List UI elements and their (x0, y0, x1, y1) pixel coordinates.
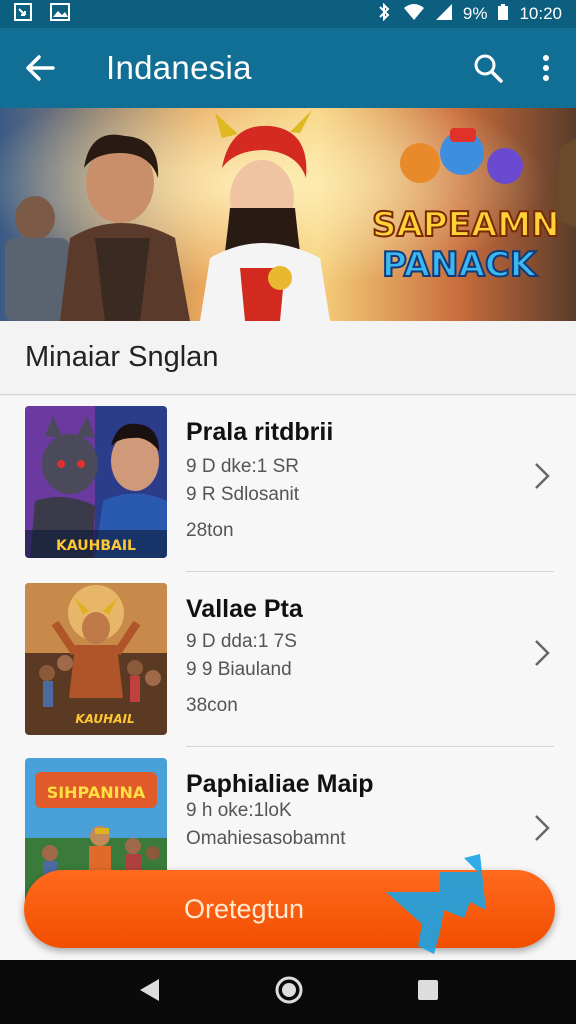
game-meta-1: 9 D dda:1 7S (186, 631, 297, 652)
nav-recents-button[interactable] (417, 979, 439, 1006)
game-title: Vallae Pta (186, 595, 303, 623)
clock: 10:20 (519, 4, 562, 23)
game-meta-1: 9 h oke:1loK (186, 800, 292, 821)
primary-action-label: Oretegtun (184, 893, 305, 924)
nav-home-icon (275, 976, 303, 1003)
banner-logo-line1: SAPEAMN (372, 205, 560, 245)
game-meta-1: 9 D dke:1 SR (186, 456, 299, 477)
system-nav-bar (0, 960, 576, 1024)
battery-icon (497, 3, 509, 26)
signal-icon (435, 3, 453, 26)
app-bar: Indanesia (0, 28, 576, 108)
list-item[interactable]: KAUHAIL Vallae Pta 9 D dda:1 7S 9 9 Biau… (0, 573, 576, 749)
game-size: 38con (186, 695, 238, 716)
game-title: Paphialiae Maip (186, 770, 374, 798)
game-thumbnail: KAUHAIL (25, 583, 167, 735)
section-header: Minaiar Snglan (0, 321, 576, 395)
chevron-right-icon (535, 815, 550, 841)
notification-icon (14, 2, 32, 26)
battery-level: 9% (462, 4, 488, 23)
featured-banner[interactable]: SAPEAMN PANACK (0, 108, 576, 321)
wifi-icon (403, 3, 425, 26)
thumbnail-label: KAUHBAIL (56, 538, 136, 554)
back-arrow-icon (26, 55, 55, 81)
image-icon (50, 2, 70, 26)
chevron-right-icon (535, 463, 550, 489)
status-bar: 9% 10:20 (0, 0, 576, 28)
more-options-button[interactable] (516, 28, 576, 108)
chevron-right-icon (535, 640, 550, 666)
page-title: Indanesia (106, 49, 252, 86)
more-vert-icon (543, 55, 549, 81)
game-meta-2: 9 R Sdlosanit (186, 484, 300, 505)
thumbnail-label: KAUHAIL (75, 712, 134, 726)
search-icon (474, 54, 503, 83)
list-divider (186, 571, 554, 572)
banner-logo-line2: PANACK (382, 245, 538, 285)
pointer-arrow-icon (386, 854, 486, 954)
nav-recents-icon (418, 979, 439, 1000)
thumbnail-label: SIHPANINA (47, 783, 146, 802)
game-size: 28ton (186, 520, 234, 541)
game-meta-2: Omahiesasobamnt (186, 828, 346, 849)
game-title: Prala ritdbrii (186, 418, 334, 446)
list-divider (186, 746, 554, 747)
bluetooth-mute-icon (375, 2, 393, 26)
back-button[interactable] (0, 28, 80, 108)
list-item[interactable]: KAUHBAIL Prala ritdbrii 9 D dke:1 SR 9 R… (0, 396, 576, 572)
section-title: Minaiar Snglan (25, 341, 219, 373)
nav-back-button[interactable] (137, 977, 161, 1008)
game-meta-2: 9 9 Biauland (186, 659, 292, 680)
nav-back-icon (139, 978, 159, 1001)
search-button[interactable] (460, 28, 516, 108)
game-thumbnail: KAUHBAIL (25, 406, 167, 558)
nav-home-button[interactable] (274, 975, 304, 1010)
banner-artwork: SAPEAMN PANACK (0, 108, 576, 321)
